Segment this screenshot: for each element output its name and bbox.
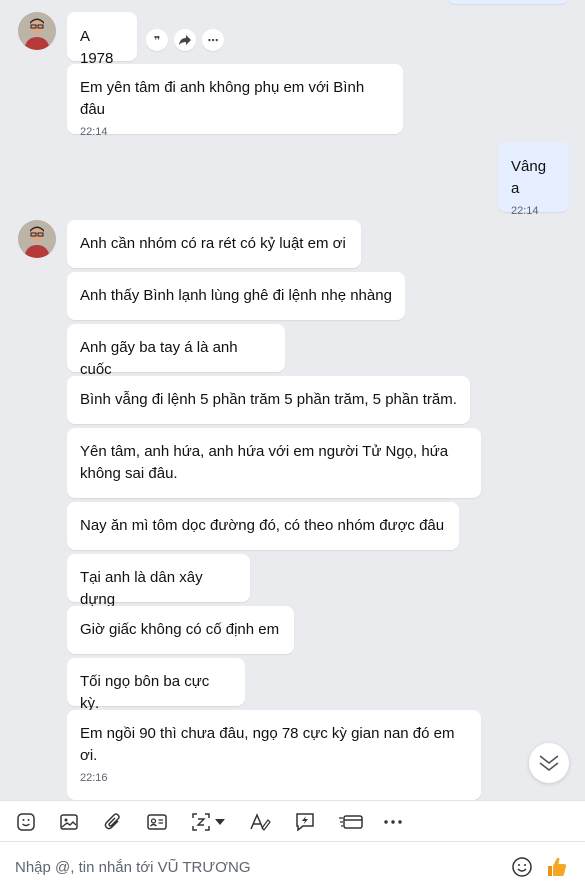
contact-card-icon[interactable] — [145, 810, 169, 834]
message-bubble[interactable]: Tại anh là dân xây dựng — [67, 554, 250, 608]
message-toolbar — [0, 800, 585, 842]
message-bubble[interactable]: Bình vẫng đi lệnh 5 phần trăm 5 phần tră… — [67, 376, 470, 424]
message-composer — [0, 842, 585, 892]
sticker-icon[interactable] — [14, 810, 38, 834]
message-text: Anh gãy ba tay á là anh cuốc — [80, 339, 238, 378]
like-icon[interactable] — [545, 855, 569, 879]
quick-message-icon[interactable] — [293, 810, 317, 834]
previous-message-edge — [447, 0, 569, 4]
message-bubble[interactable]: Giờ giấc không có cố định em — [67, 606, 294, 654]
message-input[interactable] — [0, 842, 500, 892]
message-bubble[interactable]: Anh thấy Bình lạnh lùng ghê đi lệnh nhẹ … — [67, 272, 405, 320]
message-bubble[interactable]: Yên tâm, anh hứa, anh hứa với em người T… — [67, 428, 481, 498]
attachment-icon[interactable] — [101, 810, 125, 834]
text-format-icon[interactable] — [248, 810, 272, 834]
payment-icon[interactable] — [337, 810, 365, 834]
message-text: Yên tâm, anh hứa, anh hứa với em người T… — [80, 443, 449, 482]
message-bubble[interactable]: Tối ngọ bôn ba cực kỳ. — [67, 658, 245, 712]
message-text: Bình vẫng đi lệnh 5 phần trăm 5 phần tră… — [80, 391, 457, 408]
image-icon[interactable] — [57, 810, 81, 834]
message-time: 22:14 — [80, 126, 108, 138]
message-text: Giờ giấc không có cố định em — [80, 621, 280, 638]
dropdown-icon[interactable] — [213, 810, 227, 834]
more-icon[interactable] — [381, 810, 405, 834]
message-bubble[interactable]: Em ngồi 90 thì chưa đâu, ngọ 78 cực kỳ g… — [67, 710, 481, 800]
my-message-bubble[interactable]: Vâng a 22:14 — [498, 142, 569, 217]
message-bubble[interactable]: Anh cần nhóm có ra rét có kỷ luật em ơi — [67, 220, 361, 268]
message-text: Tối ngọ bôn ba cực kỳ. — [80, 673, 210, 712]
chat-area: A 1978 ❞ ⋯ Em yên tâm đi anh không phụ e… — [0, 0, 585, 800]
emoji-icon[interactable] — [510, 855, 534, 879]
message-time: 22:14 — [511, 205, 539, 217]
avatar[interactable] — [18, 12, 56, 50]
message-bubble[interactable]: A 1978 — [67, 12, 137, 67]
message-text: Anh cần nhóm có ra rét có kỷ luật em ơi — [80, 235, 346, 252]
message-bubble[interactable]: Nay ăn mì tôm dọc đường đó, có theo nhóm… — [67, 502, 459, 550]
message-time: 22:16 — [80, 772, 108, 784]
quote-icon[interactable]: ❞ — [146, 29, 168, 51]
message-text: Em ngồi 90 thì chưa đâu, ngọ 78 cực kỳ g… — [80, 725, 455, 764]
message-text: Em yên tâm đi anh không phụ em với Bình … — [80, 79, 365, 118]
more-options-icon[interactable]: ⋯ — [202, 29, 224, 51]
screenshot-icon[interactable] — [189, 810, 213, 834]
message-text: Vâng a — [511, 158, 547, 197]
message-actions: ❞ ⋯ — [146, 29, 224, 51]
message-text: Anh thấy Bình lạnh lùng ghê đi lệnh nhẹ … — [80, 287, 392, 304]
chevron-double-down-icon — [539, 755, 559, 772]
message-bubble[interactable]: Em yên tâm đi anh không phụ em với Bình … — [67, 64, 403, 138]
message-bubble[interactable]: Anh gãy ba tay á là anh cuốc — [67, 324, 285, 378]
scroll-to-bottom-button[interactable] — [529, 743, 569, 783]
avatar[interactable] — [18, 220, 56, 258]
forward-icon[interactable] — [174, 29, 196, 51]
message-text: Tại anh là dân xây dựng — [80, 569, 203, 608]
message-text: Nay ăn mì tôm dọc đường đó, có theo nhóm… — [80, 517, 445, 534]
